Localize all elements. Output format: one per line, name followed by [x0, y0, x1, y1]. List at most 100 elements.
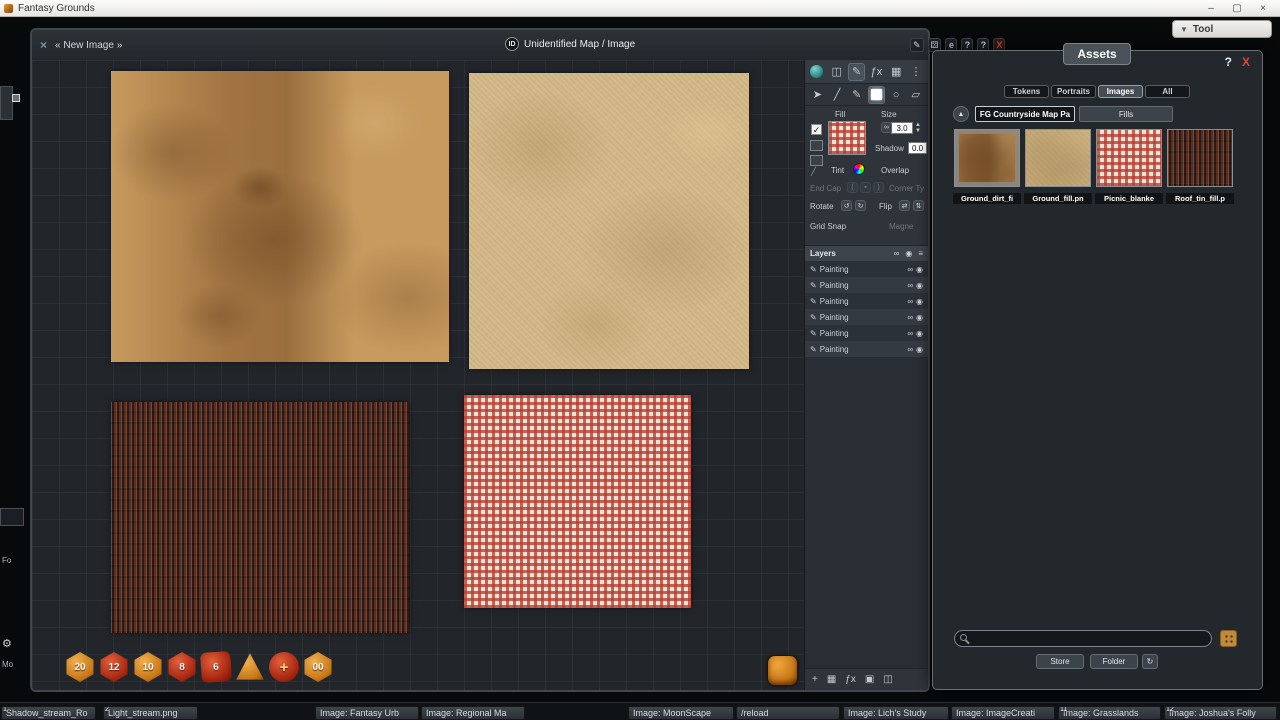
grid-view-button[interactable] [1220, 630, 1237, 647]
die-d12[interactable]: 12 [99, 652, 129, 682]
rect-tool-icon[interactable] [868, 86, 885, 104]
link-icon[interactable]: ∞ [907, 265, 913, 274]
fills-filter-button[interactable]: Fills [1079, 106, 1173, 122]
taskbar-item[interactable]: 1 Shadow_stream_Ro [1, 706, 96, 720]
taskbar-item[interactable]: 11 Image: Grasslands [1058, 706, 1161, 720]
shadow-input[interactable] [908, 142, 927, 154]
taskbar-item[interactable]: Image: Regional Ma [421, 706, 525, 720]
tab-all[interactable]: All [1145, 85, 1190, 98]
asset-item[interactable]: Ground_dirt_fi [953, 129, 1021, 204]
rotate-cw-button[interactable]: ↻ [855, 200, 866, 211]
tab-tokens[interactable]: Tokens [1004, 85, 1049, 98]
endcap-flat-button[interactable]: ▪ [860, 182, 871, 193]
add-layer-icon[interactable]: + [812, 674, 818, 685]
duplicate-icon[interactable]: ◫ [883, 674, 892, 685]
size-input[interactable] [891, 122, 913, 134]
taskbar-item[interactable]: Image: MoonScape [628, 706, 734, 720]
die-d4[interactable] [235, 652, 265, 682]
docked-panel-icon[interactable] [12, 94, 20, 102]
tool-panel-button[interactable]: ▼ Tool [1172, 20, 1272, 38]
layer-row[interactable]: ✎ Painting ∞ ◉ [805, 325, 928, 341]
store-button[interactable]: Store [1036, 654, 1084, 669]
flip-v-button[interactable]: ⇅ [913, 200, 924, 211]
die-d100[interactable]: 00 [303, 652, 333, 682]
texture-ground-fill[interactable] [469, 73, 749, 369]
eye-icon[interactable]: ◉ [916, 329, 923, 338]
docked-panel-edge[interactable] [0, 86, 13, 120]
help-icon[interactable]: ? [1225, 55, 1232, 69]
asset-item[interactable]: Roof_tin_fill.p [1166, 129, 1234, 204]
grid-snap-label[interactable]: Grid Snap [810, 222, 846, 231]
line-tool-icon[interactable]: ╱ [829, 86, 846, 104]
stroke-icon[interactable]: ╱ [811, 167, 816, 176]
close-button[interactable]: × [1250, 1, 1276, 16]
pencil-tool-icon[interactable]: ✎ [848, 86, 865, 104]
world-icon[interactable] [808, 63, 826, 81]
docked-panel-edge[interactable] [0, 508, 24, 526]
die-d10[interactable]: 10 [133, 652, 163, 682]
taskbar-item[interactable]: Image: ImageCreati [951, 706, 1055, 720]
layer-row[interactable]: ✎ Painting ∞ ◉ [805, 309, 928, 325]
texture-slot-icon[interactable] [810, 155, 823, 166]
tint-color-wheel[interactable] [853, 163, 865, 175]
minimize-button[interactable]: – [1198, 1, 1224, 16]
die-d20[interactable]: 20 [65, 652, 95, 682]
die-modifier[interactable]: + [269, 652, 299, 682]
taskbar-item[interactable]: Image: Fantasy Urb [315, 706, 419, 720]
eye-icon[interactable]: ◉ [916, 345, 923, 354]
image-icon[interactable]: ▣ [865, 674, 874, 685]
texture-roof-tin[interactable] [111, 402, 409, 633]
link-icon[interactable]: ∞ [907, 345, 913, 354]
up-folder-button[interactable]: ▲ [953, 106, 969, 122]
endcap-round-button[interactable]: ( [847, 182, 858, 193]
radial-menu-icon[interactable]: × [40, 38, 47, 52]
grid-icon[interactable]: ▦ [887, 63, 905, 81]
brush-icon[interactable]: ✎ [848, 63, 866, 81]
edit-icon[interactable]: ✎ [910, 38, 924, 52]
fill-texture-swatch[interactable] [828, 121, 866, 155]
link-icon[interactable]: ∞ [907, 297, 913, 306]
asset-item[interactable]: Ground_fill.pn [1024, 129, 1092, 204]
link-icon[interactable]: ∞ [907, 329, 913, 338]
texture-ground-dirt[interactable] [111, 71, 449, 362]
eye-icon[interactable]: ◉ [916, 297, 923, 306]
module-breadcrumb[interactable]: FG Countryside Map Pa [975, 106, 1075, 122]
asset-thumbnail[interactable] [954, 129, 1020, 187]
gear-icon[interactable]: ⚙ [2, 637, 12, 650]
eye-all-icon[interactable]: ◉ [905, 249, 912, 258]
select-tool-icon[interactable]: ➤ [809, 86, 826, 104]
texture-slot-icon[interactable] [810, 140, 823, 151]
grid-add-icon[interactable]: ▦ [827, 674, 836, 685]
flip-h-button[interactable]: ⇄ [899, 200, 910, 211]
size-mode-button[interactable]: ∞ [881, 122, 892, 133]
tab-images[interactable]: Images [1098, 85, 1143, 98]
eye-icon[interactable]: ◉ [916, 281, 923, 290]
breadcrumb[interactable]: « New Image » [55, 40, 122, 51]
size-stepper[interactable]: ▲▼ [915, 122, 921, 134]
effects-icon[interactable]: ƒx [845, 674, 856, 685]
taskbar-item[interactable]: Image: Lich's Study [843, 706, 949, 720]
taskbar-item[interactable]: 2 Light_stream.png [103, 706, 198, 720]
layer-row[interactable]: ✎ Painting ∞ ◉ [805, 293, 928, 309]
endcap-square-button[interactable]: ) [873, 182, 884, 193]
asset-thumbnail[interactable] [1167, 129, 1233, 187]
link-icon[interactable]: ∞ [907, 313, 913, 322]
layer-row[interactable]: ✎ Painting ∞ ◉ [805, 277, 928, 293]
die-d6[interactable]: 6 [200, 651, 232, 683]
effects-icon[interactable]: ƒx [867, 63, 885, 81]
rotate-ccw-button[interactable]: ↺ [841, 200, 852, 211]
layers-menu-icon[interactable]: ≡ [918, 249, 923, 258]
canvas[interactable]: 20 12 10 8 6 + 00 [32, 60, 804, 690]
folder-button[interactable]: Folder [1090, 654, 1138, 669]
assets-title[interactable]: Assets [1063, 43, 1131, 65]
asset-search-input[interactable] [954, 630, 1212, 647]
image-window-header[interactable]: × « New Image » ID Unidentified Map / Im… [32, 30, 928, 60]
taskbar-item[interactable]: /reload [736, 706, 840, 720]
refresh-button[interactable]: ↻ [1142, 654, 1158, 669]
maximize-button[interactable]: ▢ [1224, 1, 1250, 16]
taskbar-item[interactable]: 12 Image: Joshua's Folly [1164, 706, 1277, 720]
link-all-icon[interactable]: ∞ [894, 249, 900, 258]
more-icon[interactable]: ⋮ [907, 63, 925, 81]
texture-picnic-blanket[interactable] [464, 395, 691, 608]
asset-thumbnail[interactable] [1096, 129, 1162, 187]
